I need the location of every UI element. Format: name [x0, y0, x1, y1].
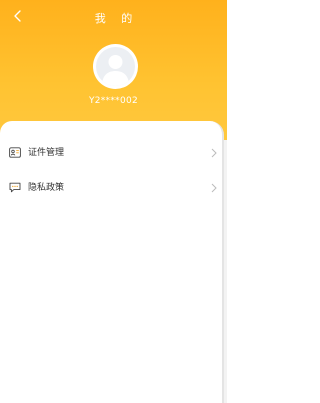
message-icon	[9, 182, 21, 193]
menu-item-label: 证件管理	[28, 148, 65, 158]
menu-item-privacy-policy[interactable]: 隐私政策	[0, 175, 222, 201]
user-id: Y2****002	[88, 96, 139, 106]
chevron-right-icon	[211, 148, 217, 158]
menu-item-label: 隐私政策	[28, 183, 65, 193]
avatar[interactable]	[93, 44, 138, 89]
avatar-placeholder	[96, 47, 135, 86]
menu-item-id-management[interactable]: 证件管理	[0, 140, 222, 166]
profile-header: 我 的 Y2****002	[0, 0, 227, 140]
user-icon	[102, 55, 129, 86]
menu-card: 证件管理 隐私政策	[0, 121, 224, 403]
profile-screen: 我 的 Y2****002 证件管理 隐私政策	[0, 0, 227, 403]
page-title: 我 的	[94, 12, 139, 25]
chevron-right-icon	[211, 183, 217, 193]
id-card-icon	[9, 147, 21, 158]
